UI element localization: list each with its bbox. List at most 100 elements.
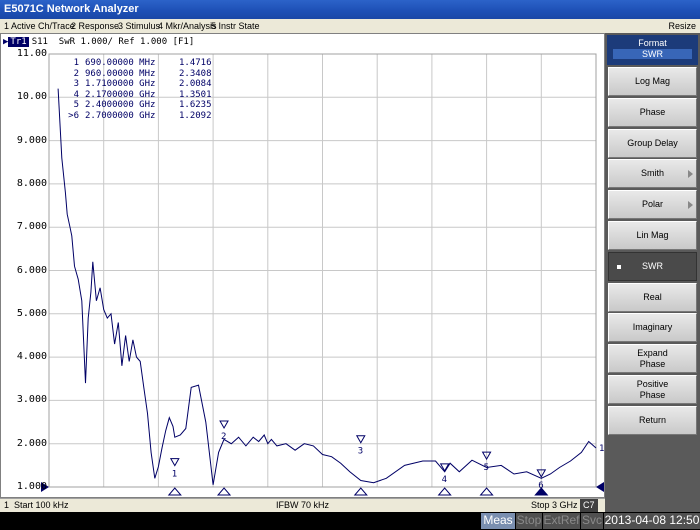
submenu-arrow-icon	[688, 170, 693, 179]
marker-number: 1	[73, 58, 79, 68]
marker-frequency: 2.1700000 GHz	[85, 89, 156, 100]
softkey-label: Smith	[640, 168, 664, 179]
marker-row: 1 690.00000 MHz 1.4716	[61, 58, 212, 69]
softkey-label: Positive Phase	[636, 378, 669, 400]
marker-3-label: 3	[358, 447, 363, 457]
y-tick-label: 3.000	[16, 394, 47, 406]
marker-3-icon	[355, 435, 366, 444]
marker-number: 4	[73, 89, 79, 100]
marker-value: 1.4716	[179, 58, 212, 68]
softkey-polar[interactable]: Polar	[608, 190, 697, 220]
softkey-positive-phase[interactable]: Positive Phase	[608, 375, 697, 404]
softkey-log-mag[interactable]: Log Mag	[608, 67, 697, 96]
bottom-status-bar: Meas Stop ExtRef Svc 2013-04-08 12:50	[0, 512, 700, 530]
y-tick-label: 1.000	[16, 481, 47, 492]
marker-number: 5	[73, 100, 79, 111]
softkey-lin-mag[interactable]: Lin Mag	[608, 221, 697, 250]
y-tick-label: 4.000	[16, 351, 47, 363]
menu-response[interactable]: 2 Response	[71, 19, 119, 33]
marker-axis-3-icon	[353, 487, 368, 496]
marker-value: 1.6235	[179, 100, 212, 111]
marker-row: 3 1.7100000 GHz 2.0084	[61, 79, 212, 90]
menu-instr-state[interactable]: 5 Instr State	[211, 19, 260, 33]
marker-2-label: 2	[221, 432, 226, 442]
start-frequency[interactable]: Start 100 kHz	[14, 499, 69, 512]
softkey-menu-title: Format SWR	[607, 35, 698, 65]
resize-button[interactable]: Resize	[668, 19, 696, 33]
softkey-label: Imaginary	[632, 322, 673, 333]
softkey-current-format: SWR	[613, 49, 692, 59]
ifbw-value[interactable]: IFBW 70 kHz	[276, 499, 329, 512]
softkey-title-label: Format	[638, 38, 667, 48]
softkey-real[interactable]: Real	[608, 282, 697, 312]
marker-axis-2-icon	[216, 487, 232, 496]
svc-indicator: Svc	[581, 513, 603, 529]
stop-frequency[interactable]: Stop 3 GHz	[531, 499, 578, 512]
swr-trace	[57, 88, 597, 485]
marker-row: 5 2.4000000 GHz 1.6235	[61, 100, 212, 111]
softkey-imaginary[interactable]: Imaginary	[608, 313, 697, 343]
marker-row: 2 960.00000 MHz 2.3408	[61, 69, 212, 80]
softkey-label: Log Mag	[634, 76, 671, 86]
channel-number: 1	[4, 500, 10, 510]
softkey-smith[interactable]: Smith	[608, 159, 697, 189]
marker-frequency: 2.7000000 GHz	[85, 110, 156, 121]
window-title: E5071C Network Analyzer	[0, 0, 700, 19]
plot-area[interactable]: 1123456 ▶ Tr1 S11 SwR 1.000/ Ref 1.000 [F1…	[0, 33, 605, 498]
y-tick-label: 7.000	[16, 221, 47, 233]
softkey-label: Return	[638, 414, 666, 425]
softkey-phase[interactable]: Phase	[608, 97, 697, 127]
marker-axis-5-icon	[479, 487, 494, 496]
trace-tag[interactable]: Tr1	[8, 37, 29, 47]
y-tick-label: 8.000	[16, 177, 47, 189]
marker-frequency: 960.00000 MHz	[85, 68, 156, 79]
softkey-return[interactable]: Return	[608, 405, 697, 435]
marker-frequency: 2.4000000 GHz	[85, 100, 156, 111]
marker-axis-1-icon	[167, 487, 182, 496]
menu-mkr-analysis[interactable]: 4 Mkr/Analysis	[158, 19, 217, 33]
y-tick-label: 11.00	[16, 48, 47, 59]
marker-row: 4 2.1700000 GHz 1.3501	[61, 90, 212, 101]
trace-header: ▶ Tr1 S11 SwR 1.000/ Ref 1.000 [F1]	[3, 36, 194, 48]
marker-5-label: 5	[484, 463, 489, 473]
menu-stimulus[interactable]: 3 Stimulus	[118, 19, 160, 33]
marker-value: 2.3408	[179, 68, 212, 79]
softkey-label: Real	[643, 291, 662, 302]
marker-axis-6-icon	[534, 487, 549, 496]
marker-1-label: 1	[172, 470, 177, 480]
cal-status-badge: C7	[580, 499, 598, 512]
softkey-panel: Format SWR Log Mag Phase Group Delay Smith P…	[605, 33, 700, 512]
selected-indicator-icon	[617, 264, 621, 269]
marker-1-icon	[169, 458, 180, 467]
softkey-group-delay[interactable]: Group Delay	[608, 128, 697, 158]
softkey-swr[interactable]: SWR	[608, 251, 697, 281]
softkey-label: Group Delay	[627, 137, 678, 148]
meas-indicator: Meas	[481, 513, 515, 529]
softkey-expand-phase[interactable]: Expand Phase	[608, 344, 697, 374]
menu-bar: 1 Active Ch/Trace 2 Response 3 Stimulus …	[0, 19, 700, 33]
marker-4-label: 4	[442, 475, 447, 485]
marker-frequency: 1.7100000 GHz	[85, 79, 156, 90]
softkey-label: Polar	[641, 199, 663, 210]
marker-frequency: 690.00000 MHz	[85, 58, 156, 68]
y-tick-label: 5.000	[16, 307, 47, 319]
stop-indicator: Stop	[516, 513, 542, 529]
date-time: 2013-04-08 12:50	[604, 513, 700, 529]
y-tick-label: 6.000	[16, 264, 47, 276]
y-tick-label: 2.000	[16, 437, 47, 449]
menu-active-ch-trace[interactable]: 1 Active Ch/Trace	[4, 19, 75, 33]
softkey-label: Phase	[639, 106, 666, 117]
marker-number: 3	[73, 79, 79, 90]
submenu-arrow-icon	[688, 201, 693, 210]
trace-info: S11 SwR 1.000/ Ref 1.000 [F1]	[31, 37, 195, 47]
trace-end-label: 1	[599, 444, 604, 454]
y-tick-label: 10.00	[16, 91, 47, 103]
marker-axis-4-icon	[437, 487, 452, 496]
status-bar: 1 Start 100 kHz IFBW 70 kHz Stop 3 GHz C…	[0, 498, 605, 512]
marker-table: 1 690.00000 MHz 1.4716 2 960.00000 MHz 2.3408…	[61, 58, 212, 122]
marker-value: 1.3501	[179, 89, 212, 100]
softkey-label: Expand Phase	[637, 347, 668, 369]
marker-number: >6	[68, 110, 79, 121]
softkey-label: Lin Mag	[636, 230, 669, 240]
marker-number: 2	[73, 68, 79, 79]
